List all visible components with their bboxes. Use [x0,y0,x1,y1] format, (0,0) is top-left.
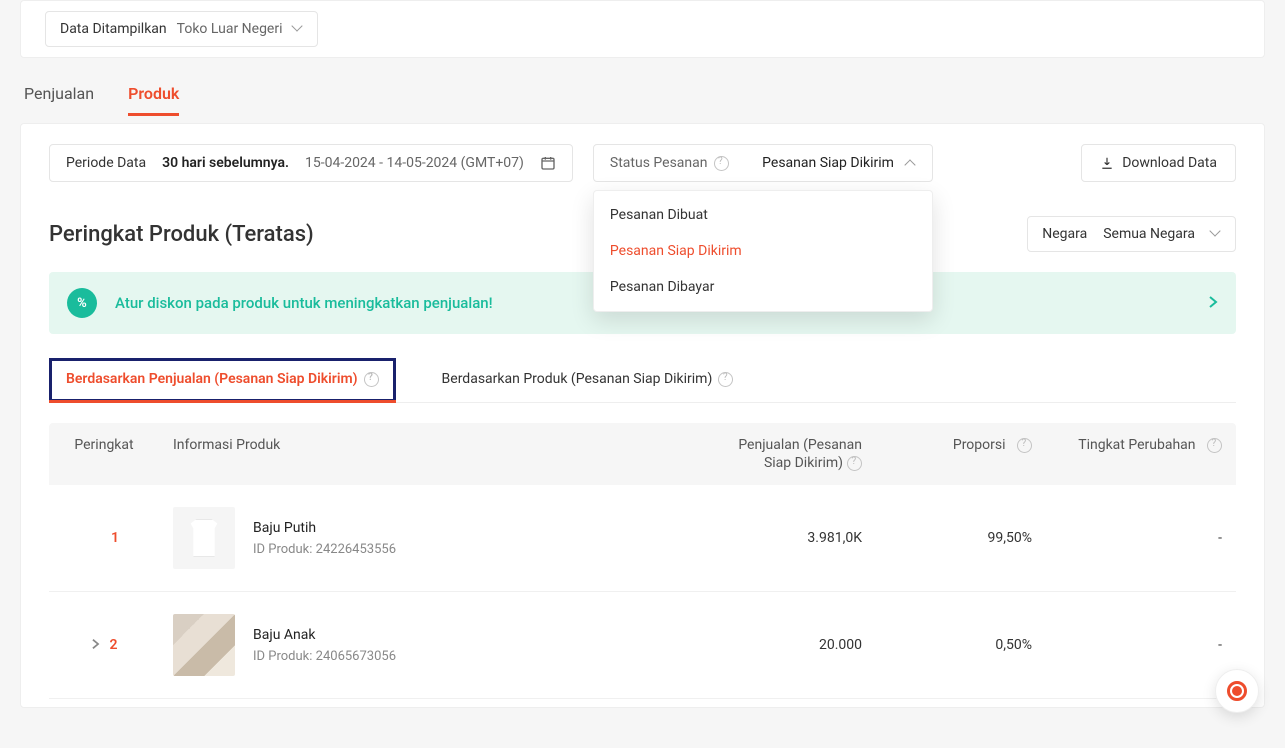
product-thumbnail [173,507,235,569]
period-label: Periode Data [66,155,146,171]
display-scope-label: Data Ditampilkan [60,21,167,37]
content-panel: Periode Data 30 hari sebelumnya. 15-04-2… [20,123,1265,708]
period-preset: 30 hari sebelumnya. [162,155,289,171]
chevron-down-icon [1211,229,1221,239]
ranking-subtabs: Berdasarkan Penjualan (Pesanan Siap Diki… [49,358,1236,403]
order-status-value: Pesanan Siap Dikirim [762,155,894,171]
help-icon [718,372,733,387]
chat-fab[interactable] [1215,669,1259,713]
expand-row-icon[interactable] [91,638,100,653]
col-rank: Peringkat [49,437,159,453]
order-status-dropdown: Pesanan Dibuat Pesanan Siap Dikirim Pesa… [593,190,933,312]
cell-prop: 0,50% [876,637,1046,653]
product-name: Baju Anak [253,627,396,643]
display-scope-value: Toko Luar Negeri [177,21,283,37]
chevron-up-icon [906,158,916,168]
download-icon [1100,156,1114,170]
status-option-created[interactable]: Pesanan Dibuat [594,197,932,233]
help-icon [1017,438,1032,453]
display-scope-select[interactable]: Data Ditampilkan Toko Luar Negeri [45,11,318,47]
product-name: Baju Putih [253,520,396,536]
country-select[interactable]: Negara Semua Negara [1027,216,1236,252]
subtab-by-product[interactable]: Berdasarkan Produk (Pesanan Siap Dikirim… [436,358,740,402]
cell-change: - [1046,637,1236,653]
cell-sales: 3.981,0K [646,530,876,546]
order-status-label: Status Pesanan [610,155,708,171]
cell-prop: 99,50% [876,530,1046,546]
period-range: 15-04-2024 - 14-05-2024 (GMT+07) [305,155,524,171]
help-icon [714,156,729,171]
product-id: ID Produk: 24065673056 [253,649,396,664]
table-header: Peringkat Informasi Produk Penjualan (Pe… [49,423,1236,485]
table-row: 1 Baju Putih ID Produk: 24226453556 3.98… [49,485,1236,592]
subtab-by-product-label: Berdasarkan Produk (Pesanan Siap Dikirim… [442,371,713,387]
section-title: Peringkat Produk (Teratas) [49,222,314,247]
help-icon [364,372,379,387]
order-status-select[interactable]: Status Pesanan Pesanan Siap Dikirim [593,144,933,182]
status-option-ready[interactable]: Pesanan Siap Dikirim [594,233,932,269]
col-info: Informasi Produk [159,437,646,453]
discount-tag-icon: % [65,286,100,321]
calendar-icon [540,155,556,171]
download-button[interactable]: Download Data [1081,144,1236,182]
ranking-table: Peringkat Informasi Produk Penjualan (Pe… [49,423,1236,699]
product-id: ID Produk: 24226453556 [253,542,396,557]
tab-produk[interactable]: Produk [128,76,179,115]
product-thumbnail [173,614,235,676]
chevron-right-icon [1208,293,1218,314]
country-value: Semua Negara [1103,226,1195,242]
status-option-paid[interactable]: Pesanan Dibayar [594,269,932,305]
cell-sales: 20.000 [646,637,876,653]
subtab-by-sales-label: Berdasarkan Penjualan (Pesanan Siap Diki… [66,371,358,387]
display-scope-card: Data Ditampilkan Toko Luar Negeri [20,0,1265,58]
period-selector[interactable]: Periode Data 30 hari sebelumnya. 15-04-2… [49,144,573,182]
rank-number: 1 [111,530,119,546]
subtab-by-sales[interactable]: Berdasarkan Penjualan (Pesanan Siap Diki… [49,358,396,402]
main-tabs: Penjualan Produk [20,76,1265,115]
cell-change: - [1046,530,1236,546]
chat-icon [1227,681,1247,701]
country-label: Negara [1042,226,1087,242]
table-row: 2 Baju Anak ID Produk: 24065673056 20.00… [49,592,1236,699]
help-icon [847,456,862,471]
tab-penjualan[interactable]: Penjualan [24,76,94,115]
col-sales: Penjualan (Pesanan Siap Dikirim) [646,437,876,471]
download-label: Download Data [1122,155,1217,171]
rank-number: 2 [110,637,118,653]
help-icon [1207,438,1222,453]
col-change: Tingkat Perubahan [1046,437,1236,453]
col-prop: Proporsi [876,437,1046,453]
banner-text: Atur diskon pada produk untuk meningkatk… [115,294,493,312]
chevron-down-icon [293,24,303,34]
